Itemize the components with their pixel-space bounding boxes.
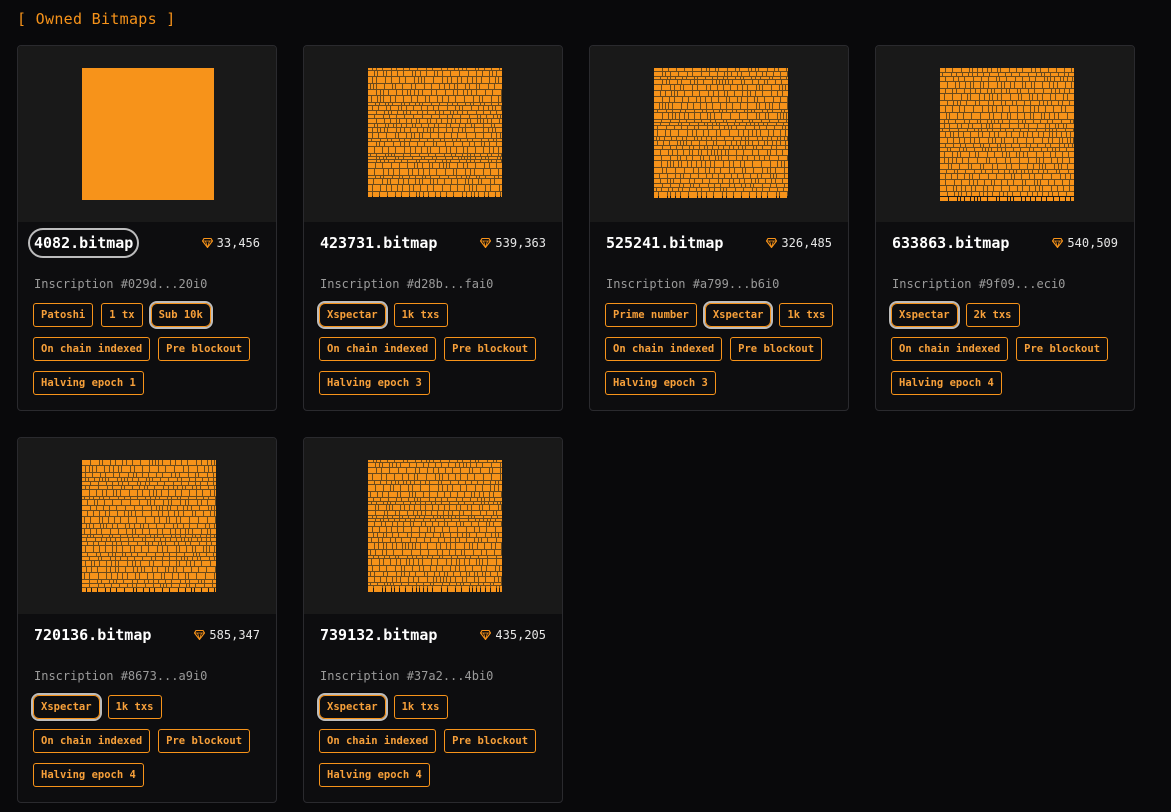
bitmap-name[interactable]: 525241.bitmap: [606, 234, 723, 252]
bitmap-name[interactable]: 739132.bitmap: [320, 626, 437, 644]
bitmap-card[interactable]: 4082.bitmap 33,456 Inscription #029d...20i…: [17, 45, 277, 411]
trait-tag[interactable]: Xspectar: [33, 695, 100, 719]
bitmap-value: 33,456: [201, 236, 260, 250]
trait-tags: Xspectar 2k txs On chain indexed Pre blocko…: [891, 303, 1127, 395]
bitmap-image: [368, 68, 502, 197]
bitmap-name[interactable]: 423731.bitmap: [320, 234, 437, 252]
gem-icon: [201, 238, 213, 248]
gem-icon: [766, 238, 778, 248]
bitmap-thumbnail[interactable]: [18, 438, 276, 614]
bitmap-image: [654, 68, 788, 198]
value-text: 326,485: [781, 236, 832, 250]
bitmap-image: [940, 68, 1074, 201]
value-text: 435,205: [495, 628, 546, 642]
trait-tag[interactable]: Halving epoch 4: [319, 763, 430, 787]
value-text: 540,509: [1067, 236, 1118, 250]
trait-tag[interactable]: Pre blockout: [444, 729, 537, 753]
gem-icon: [194, 630, 206, 640]
bitmap-card[interactable]: 720136.bitmap 585,347 Inscription #8673...…: [17, 437, 277, 803]
inscription-id: Inscription #a799...b6i0: [606, 277, 780, 291]
trait-tag[interactable]: On chain indexed: [33, 337, 151, 361]
bitmap-image: [368, 460, 502, 592]
bitmap-thumbnail[interactable]: [304, 46, 562, 222]
trait-tag[interactable]: On chain indexed: [891, 337, 1009, 361]
trait-tag[interactable]: On chain indexed: [33, 729, 151, 753]
trait-tag[interactable]: Prime number: [605, 303, 697, 327]
trait-tag[interactable]: Halving epoch 3: [605, 371, 716, 395]
bitmap-card[interactable]: 633863.bitmap 540,509 Inscription #9f09...…: [875, 45, 1135, 411]
trait-tag[interactable]: Halving epoch 1: [33, 371, 144, 395]
bitmap-value: 539,363: [480, 236, 546, 250]
trait-tag[interactable]: Xspectar: [891, 303, 958, 327]
inscription-id: Inscription #9f09...eci0: [892, 277, 1066, 291]
inscription-id: Inscription #37a2...4bi0: [320, 669, 494, 683]
inscription-id: Inscription #029d...20i0: [34, 277, 208, 291]
trait-tag[interactable]: Sub 10k: [150, 303, 211, 327]
bitmap-name[interactable]: 4082.bitmap: [27, 228, 140, 258]
trait-tag[interactable]: 1k txs: [393, 695, 448, 719]
bitmap-thumbnail[interactable]: [876, 46, 1134, 222]
bitmap-image: [82, 68, 214, 200]
trait-tag[interactable]: Xspectar: [319, 695, 386, 719]
gem-icon: [480, 238, 492, 248]
trait-tag[interactable]: Xspectar: [319, 303, 386, 327]
trait-tag[interactable]: Halving epoch 4: [891, 371, 1002, 395]
trait-tags: Xspectar 1k txs On chain indexed Pre blocko…: [319, 303, 555, 395]
trait-tag[interactable]: Pre blockout: [158, 729, 251, 753]
bitmap-name[interactable]: 633863.bitmap: [892, 234, 1009, 252]
value-text: 585,347: [209, 628, 260, 642]
trait-tag[interactable]: 1 tx: [101, 303, 143, 327]
bitmap-image: [82, 460, 216, 592]
trait-tag[interactable]: 2k txs: [965, 303, 1020, 327]
bitmap-value: 435,205: [480, 628, 546, 642]
trait-tags: Prime number Xspectar 1k txs On chain index…: [605, 303, 841, 395]
trait-tag[interactable]: Pre blockout: [444, 337, 537, 361]
trait-tag[interactable]: On chain indexed: [319, 729, 437, 753]
value-text: 33,456: [216, 236, 260, 250]
section-title: [ Owned Bitmaps ]: [17, 10, 176, 28]
trait-tag[interactable]: On chain indexed: [319, 337, 437, 361]
trait-tag[interactable]: Halving epoch 4: [33, 763, 144, 787]
trait-tag[interactable]: Patoshi: [33, 303, 94, 327]
bitmap-thumbnail[interactable]: [590, 46, 848, 222]
trait-tags: Patoshi 1 tx Sub 10k On chain indexed Pre bl…: [33, 303, 269, 395]
trait-tag[interactable]: 1k txs: [779, 303, 834, 327]
bitmap-card[interactable]: 423731.bitmap 539,363 Inscription #d28b...…: [303, 45, 563, 411]
gem-icon: [1052, 238, 1064, 248]
trait-tag[interactable]: Pre blockout: [730, 337, 823, 361]
bitmap-thumbnail[interactable]: [304, 438, 562, 614]
trait-tags: Xspectar 1k txs On chain indexed Pre blocko…: [319, 695, 555, 787]
inscription-id: Inscription #8673...a9i0: [34, 669, 208, 683]
trait-tag[interactable]: Pre blockout: [1016, 337, 1109, 361]
bitmap-card[interactable]: 739132.bitmap 435,205 Inscription #37a2...…: [303, 437, 563, 803]
trait-tag[interactable]: On chain indexed: [605, 337, 723, 361]
bitmap-value: 326,485: [766, 236, 832, 250]
bitmap-value: 540,509: [1052, 236, 1118, 250]
trait-tag[interactable]: Pre blockout: [158, 337, 251, 361]
bitmap-name[interactable]: 720136.bitmap: [34, 626, 151, 644]
inscription-id: Inscription #d28b...fai0: [320, 277, 494, 291]
trait-tag[interactable]: Halving epoch 3: [319, 371, 430, 395]
trait-tag[interactable]: 1k txs: [393, 303, 448, 327]
trait-tag[interactable]: 1k txs: [107, 695, 162, 719]
bitmap-card[interactable]: 525241.bitmap 326,485 Inscription #a799...…: [589, 45, 849, 411]
trait-tags: Xspectar 1k txs On chain indexed Pre blocko…: [33, 695, 269, 787]
bitmap-thumbnail[interactable]: [18, 46, 276, 222]
trait-tag[interactable]: Xspectar: [704, 303, 772, 327]
bitmap-value: 585,347: [194, 628, 260, 642]
value-text: 539,363: [495, 236, 546, 250]
gem-icon: [480, 630, 492, 640]
